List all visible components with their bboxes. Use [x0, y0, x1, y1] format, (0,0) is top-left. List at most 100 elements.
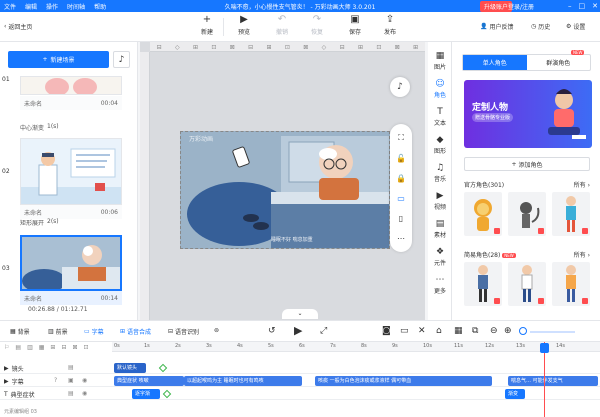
align-icon[interactable]: ⊡ — [285, 44, 290, 51]
effect-clip[interactable]: 逐字渐 — [132, 389, 160, 399]
menu-operate[interactable]: 操作 — [46, 2, 58, 11]
lock-icon[interactable]: ▣ — [68, 377, 74, 384]
layer-icon[interactable]: ▥ — [27, 344, 33, 351]
rewind-icon[interactable]: ↺ — [268, 326, 276, 336]
menu-timeline[interactable]: 时间轴 — [67, 2, 85, 11]
camera-icon[interactable]: ◙ — [382, 326, 391, 336]
tab-single-role[interactable]: 单人角色 — [463, 55, 527, 70]
custom-character-banner[interactable]: 定制人物 赠送骨骼专业版 — [464, 80, 592, 148]
camera-clip[interactable]: 默认镜头 — [114, 363, 146, 373]
back-home-button[interactable]: ‹ 返回主页 — [4, 22, 32, 31]
publish-button[interactable]: ⇪ 发布 — [376, 15, 404, 37]
visible-icon[interactable]: ◉ — [82, 390, 87, 397]
align-icon[interactable]: ⊟ — [157, 44, 162, 51]
tab-music[interactable]: ♫ 音乐 — [428, 164, 452, 184]
delete-icon[interactable]: ✕ — [418, 326, 426, 336]
scene-transition-2[interactable]: 矩形展开 2(s) — [20, 218, 59, 227]
align-icon[interactable]: ◇ — [175, 44, 180, 51]
role-thumbnail-woman[interactable] — [552, 262, 590, 306]
help-icon[interactable]: ? — [54, 377, 57, 384]
align-icon[interactable]: ⊞ — [413, 44, 418, 51]
track-menu-icon[interactable]: ▤ — [68, 390, 74, 397]
effect-clip[interactable]: 渐变 — [505, 389, 525, 399]
align-icon[interactable]: ⊠ — [230, 44, 235, 51]
layer-icon[interactable]: ▤ — [15, 344, 21, 351]
settings-button[interactable]: ⚙ 设置 — [566, 22, 585, 31]
subtitle-clip[interactable]: 喘息气… 可能伴发支气 — [508, 376, 598, 386]
login-link[interactable]: 登录/注册 — [508, 2, 534, 11]
keyframe-icon[interactable] — [158, 363, 168, 373]
lock-icon[interactable]: 🔒 — [396, 174, 406, 183]
asr-button[interactable]: ⊟ 语音识别 — [168, 327, 199, 336]
align-icon[interactable]: ⊞ — [358, 44, 363, 51]
subtitle-clip[interactable]: 典型症状 咳嗽 — [114, 376, 184, 386]
minimize-icon[interactable]: – — [568, 0, 572, 12]
subtitle-clip[interactable]: 以超起喉鸣为主 睡眠时也可有鸣咳 — [184, 376, 302, 386]
official-roles-all[interactable]: 所有 › — [574, 180, 590, 189]
zoom-slider-handle[interactable] — [519, 327, 527, 335]
foreground-button[interactable]: ▥ 前景 — [48, 327, 68, 336]
crop-icon[interactable]: ⛶ — [398, 133, 404, 143]
align-icon[interactable]: ⊡ — [211, 44, 216, 51]
align-icon[interactable]: ◇ — [322, 44, 327, 51]
tab-video[interactable]: ▶ 视频 — [428, 192, 452, 212]
history-button[interactable]: ◷ 历史 — [531, 22, 550, 31]
align-icon[interactable]: ⊡ — [376, 44, 381, 51]
layer-icon[interactable]: ▦ — [39, 344, 45, 351]
simple-roles-all[interactable]: 所有 › — [574, 250, 590, 259]
bgm-button[interactable]: ♪ — [390, 77, 410, 97]
play-icon[interactable]: ▶ — [294, 324, 302, 337]
zoom-out-icon[interactable]: ⊖ — [490, 326, 498, 336]
tab-component[interactable]: ❖ 元件 — [428, 248, 452, 268]
menu-file[interactable]: 文件 — [4, 2, 16, 11]
align-icon[interactable]: ⊠ — [303, 44, 308, 51]
tab-shape[interactable]: ◆ 图形 — [428, 136, 452, 156]
close-icon[interactable]: ✕ — [592, 0, 598, 12]
align-icon[interactable]: ⊞ — [267, 44, 272, 51]
tab-group-role[interactable]: 群演角色 — [527, 55, 591, 70]
align-icon[interactable]: ⊞ — [193, 44, 198, 51]
feedback-button[interactable]: 👤 用户反馈 — [480, 22, 514, 31]
collapse-timeline-button[interactable]: ⌄ — [282, 309, 318, 319]
layer-icon[interactable]: ⊞ — [50, 344, 55, 351]
grid-icon[interactable]: ▦ — [454, 326, 463, 336]
menu-help[interactable]: 帮助 — [94, 2, 106, 11]
align-icon[interactable]: ⊠ — [395, 44, 400, 51]
role-thumbnail-cat[interactable] — [508, 192, 546, 236]
new-button[interactable]: + 新建 — [193, 15, 221, 37]
zoom-slider-track[interactable] — [530, 331, 575, 333]
tab-more[interactable]: ⋯ 更多 — [428, 276, 452, 296]
role-thumbnail-man[interactable] — [464, 262, 502, 306]
tab-text[interactable]: T 文本 — [428, 108, 452, 128]
tts-button[interactable]: ⊞ 语音合成 — [120, 327, 151, 336]
role-thumbnail-girl[interactable] — [552, 192, 590, 236]
role-thumbnail-boy[interactable] — [508, 262, 546, 306]
timeline-ruler[interactable]: 0s 1s 2s 3s 4s 5s 6s 7s 8s 9s 10s 11s 12… — [112, 342, 600, 352]
menu-edit[interactable]: 编辑 — [25, 2, 37, 11]
role-thumbnail-lion[interactable] — [464, 192, 502, 236]
background-button[interactable]: ▦ 背景 — [10, 327, 30, 336]
scene-transition-1[interactable]: 中心渐变 1(s) — [20, 123, 59, 132]
monitor-icon[interactable]: ▭ — [397, 194, 405, 203]
layer-icon[interactable]: ⊡ — [84, 344, 89, 351]
undo-button[interactable]: ↶ 撤销 — [268, 15, 296, 37]
stage-canvas[interactable]: 万彩动画 睡眠不好 喘息加重 — [180, 131, 390, 249]
scene-music-button[interactable]: ♪ — [113, 51, 130, 68]
preview-button[interactable]: ▶ 预览 — [230, 15, 258, 37]
layer-icon[interactable]: ⊟ — [61, 344, 66, 351]
tab-image[interactable]: ▦ 图片 — [428, 52, 452, 72]
align-icon[interactable]: ⊟ — [340, 44, 345, 51]
phone-icon[interactable]: ▯ — [399, 214, 403, 223]
filter-icon[interactable]: ⚐ — [4, 344, 9, 351]
mark-icon[interactable]: ⌂ — [436, 326, 442, 336]
tab-material[interactable]: ▤ 素材 — [428, 220, 452, 240]
playhead-handle[interactable] — [540, 343, 549, 353]
visible-icon[interactable]: ◉ — [82, 377, 87, 384]
save-button[interactable]: ▣ 保存 — [341, 15, 369, 37]
track-menu-icon[interactable]: ▤ — [68, 364, 74, 371]
maximize-icon[interactable]: □ — [579, 0, 586, 12]
add-role-button[interactable]: + 添加角色 — [464, 157, 590, 171]
redo-button[interactable]: ↷ 恢复 — [303, 15, 331, 37]
align-icon[interactable]: ⊟ — [248, 44, 253, 51]
new-scene-button[interactable]: + 新建场景 — [8, 51, 109, 68]
